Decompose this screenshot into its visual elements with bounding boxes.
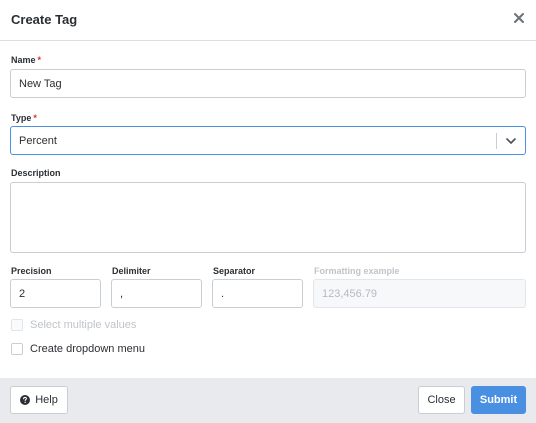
- help-button-label: Help: [35, 394, 58, 406]
- formatting-example-input: [313, 279, 526, 308]
- required-marker: *: [37, 55, 42, 65]
- select-multiple-row: Select multiple values: [11, 318, 136, 332]
- description-textarea[interactable]: [10, 182, 526, 253]
- select-multiple-checkbox: [11, 319, 23, 331]
- dialog-header: Create Tag: [0, 0, 536, 41]
- separator-input[interactable]: [212, 279, 303, 308]
- delimiter-input[interactable]: [111, 279, 202, 308]
- dialog-title: Create Tag: [11, 12, 78, 27]
- type-select-value: Percent: [19, 135, 57, 147]
- name-label-text: Name: [11, 55, 36, 65]
- question-circle-icon: [20, 395, 31, 405]
- required-marker: *: [33, 113, 37, 123]
- submit-button[interactable]: Submit: [471, 386, 526, 414]
- create-tag-dialog: Create Tag Name* Type* Percent Descripti…: [0, 0, 536, 423]
- select-multiple-label: Select multiple values: [30, 319, 137, 331]
- select-divider: [496, 133, 497, 149]
- name-label: Name *: [11, 55, 41, 65]
- chevron-down-icon[interactable]: [505, 135, 517, 147]
- type-label: Type *: [11, 113, 37, 123]
- type-select[interactable]: Percent: [10, 126, 526, 155]
- precision-label: Precision: [11, 266, 52, 276]
- create-dropdown-checkbox[interactable]: [11, 343, 23, 355]
- description-label: Description: [11, 168, 61, 178]
- formatting-example-label: Formatting example: [314, 266, 400, 276]
- separator-label: Separator: [213, 266, 256, 276]
- help-button[interactable]: Help: [10, 386, 68, 414]
- precision-input[interactable]: [10, 279, 101, 308]
- create-dropdown-label[interactable]: Create dropdown menu: [30, 343, 145, 355]
- close-icon[interactable]: [513, 12, 525, 24]
- close-button-label: Close: [427, 394, 456, 406]
- create-dropdown-row[interactable]: Create dropdown menu: [11, 342, 145, 356]
- close-button[interactable]: Close: [418, 386, 465, 414]
- name-input[interactable]: [10, 69, 526, 98]
- submit-button-label: Submit: [479, 394, 518, 406]
- dialog-footer: Help Close Submit: [0, 378, 536, 423]
- type-label-text: Type: [11, 113, 32, 123]
- delimiter-label: Delimiter: [112, 266, 151, 276]
